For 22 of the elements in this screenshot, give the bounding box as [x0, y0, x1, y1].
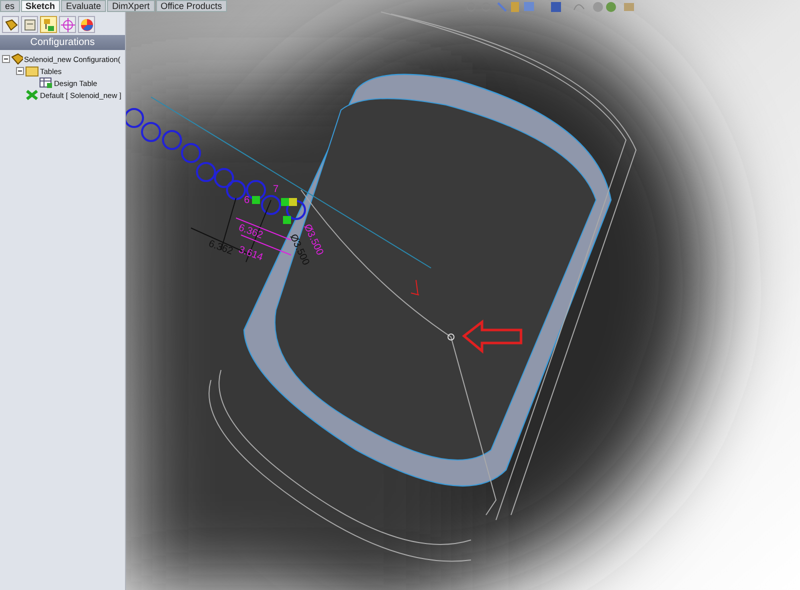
- sketch-relations-icon: [252, 196, 297, 224]
- property-tab[interactable]: [21, 16, 38, 33]
- origin-icon: [410, 280, 420, 296]
- feature-tree-tab[interactable]: [2, 16, 19, 33]
- collapse-toggle[interactable]: [2, 55, 10, 63]
- ribbon-tab[interactable]: Sketch: [20, 0, 60, 12]
- part-icon: [11, 53, 23, 65]
- configuration-tab[interactable]: [40, 16, 57, 33]
- collapse-toggle[interactable]: [16, 67, 24, 75]
- sketch-point: [448, 334, 454, 340]
- ribbon-tab[interactable]: DimXpert: [107, 0, 155, 12]
- arrow-annotation: [462, 319, 522, 354]
- table-icon: [39, 77, 53, 89]
- panel-title: Configurations: [0, 35, 125, 50]
- ribbon-tab[interactable]: Office Products: [156, 0, 227, 12]
- target-tab[interactable]: [59, 16, 76, 33]
- appearance-tab[interactable]: [78, 16, 95, 33]
- folder-icon: [25, 65, 39, 77]
- ribbon-tab[interactable]: es: [0, 0, 20, 12]
- view-toolbar-drawing[interactable]: [466, 2, 634, 12]
- ribbon-tab[interactable]: Evaluate: [61, 0, 106, 12]
- configuration-icon: [25, 89, 39, 101]
